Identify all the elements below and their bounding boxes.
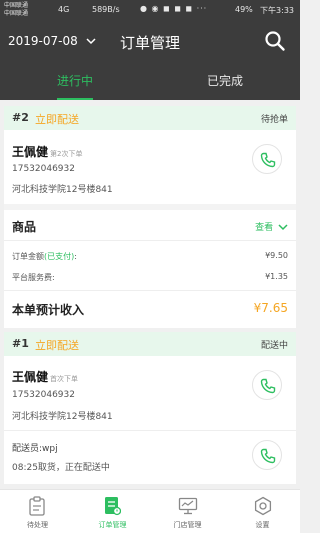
customer-name: 王佩健 — [12, 370, 49, 384]
order-status: 配送中 — [260, 341, 288, 351]
customer-name: 王佩健 — [12, 145, 49, 159]
clock: 下午3:33 — [260, 6, 294, 15]
phone-icon — [260, 448, 276, 464]
chevron-down-icon — [278, 224, 288, 231]
nav-pending[interactable]: 待处理 — [0, 490, 75, 533]
app-header: 2019-07-08 订单管理 进行中 已完成 — [0, 20, 300, 100]
nav-label: 订单管理 — [98, 521, 127, 529]
network-type: 4G — [58, 5, 70, 14]
notification-icons: ● ◉ ◼ ◼ ◼ ··· — [140, 4, 208, 13]
monitor-icon — [178, 497, 198, 515]
divider — [4, 240, 296, 241]
clipboard-icon — [29, 496, 45, 516]
call-button[interactable] — [252, 144, 282, 174]
divider — [4, 290, 296, 291]
bottom-nav: 待处理 订单管理 门店管理 设置 — [0, 489, 300, 533]
amount-suffix: : — [74, 252, 77, 261]
gear-icon — [254, 496, 272, 516]
battery-level: 49% — [235, 5, 253, 14]
call-button[interactable] — [252, 370, 282, 400]
courier-name: 配送员:wpj — [12, 444, 58, 454]
income-label: 本单预计收入 — [12, 303, 85, 317]
courier-status: 08:25取货，正在配送中 — [12, 463, 110, 473]
nav-label: 待处理 — [27, 521, 48, 529]
divider — [4, 204, 296, 210]
tab-in-progress-label: 进行中 — [56, 74, 93, 88]
paid-status: (已支付) — [44, 252, 75, 261]
service-fee-label: 平台服务费: — [12, 273, 55, 282]
income-value: ¥7.65 — [253, 301, 288, 315]
nav-label: 门店管理 — [173, 521, 202, 529]
carrier-info: 中国联通 中国联通 — [4, 2, 28, 18]
carrier-2: 中国联通 — [4, 10, 29, 17]
customer-phone: 17532046932 — [12, 390, 75, 400]
call-courier-button[interactable] — [252, 440, 282, 470]
order-header: #1 立即配送 配送中 — [4, 332, 296, 356]
page-title: 订单管理 — [119, 34, 180, 52]
customer-address: 河北科技学院12号楼841 — [12, 185, 113, 195]
customer-name-row: 王佩健 首次下单 — [12, 368, 78, 385]
customer-name-row: 王佩健 第2次下单 — [12, 143, 82, 160]
phone-icon — [260, 378, 276, 394]
order-doc-icon — [105, 497, 121, 516]
tab-bar: 进行中 已完成 — [0, 66, 300, 100]
search-icon — [265, 31, 285, 51]
order-number: #2 — [12, 111, 29, 124]
order-number: #1 — [12, 337, 29, 350]
delivery-type: 立即配送 — [35, 113, 79, 126]
view-goods-label: 查看 — [255, 223, 274, 233]
order-amount: ¥9.50 — [265, 251, 288, 260]
order-header: #2 立即配送 待抢单 — [4, 106, 296, 130]
tab-underline — [57, 98, 93, 100]
order-card[interactable]: #2 立即配送 待抢单 王佩健 第2次下单 17532046932 河北科技学院1… — [4, 106, 296, 328]
order-status: 待抢单 — [260, 115, 288, 125]
tab-completed-label: 已完成 — [206, 74, 243, 88]
status-bar: 中国联通 中国联通 4G 589B/s ● ◉ ◼ ◼ ◼ ··· 49% 下午… — [0, 0, 300, 20]
nav-store-management[interactable]: 门店管理 — [150, 490, 225, 533]
customer-phone: 17532046932 — [12, 164, 75, 174]
order-count-note: 第2次下单 — [50, 150, 83, 158]
amount-label: 订单金额 — [12, 252, 44, 261]
tab-completed[interactable]: 已完成 — [150, 72, 300, 100]
order-count-note: 首次下单 — [50, 375, 79, 383]
network-speed: 589B/s — [92, 5, 120, 14]
tab-in-progress[interactable]: 进行中 — [0, 72, 150, 100]
carrier-1: 中国联通 — [4, 2, 29, 9]
phone-icon — [260, 152, 276, 168]
service-fee: ¥1.35 — [265, 272, 288, 281]
nav-order-management[interactable]: 订单管理 — [75, 490, 150, 533]
order-card[interactable]: #1 立即配送 配送中 王佩健 首次下单 17532046932 河北科技学院12… — [4, 332, 296, 484]
order-amount-label: 订单金额(已支付): — [12, 251, 77, 262]
customer-address: 河北科技学院12号楼841 — [12, 412, 113, 422]
delivery-type: 立即配送 — [35, 339, 79, 352]
goods-label: 商品 — [12, 220, 37, 234]
search-button[interactable] — [264, 30, 286, 52]
view-goods-button[interactable]: 查看 — [255, 220, 288, 233]
nav-label: 设置 — [255, 521, 270, 529]
divider — [4, 430, 296, 431]
nav-settings[interactable]: 设置 — [225, 490, 300, 533]
